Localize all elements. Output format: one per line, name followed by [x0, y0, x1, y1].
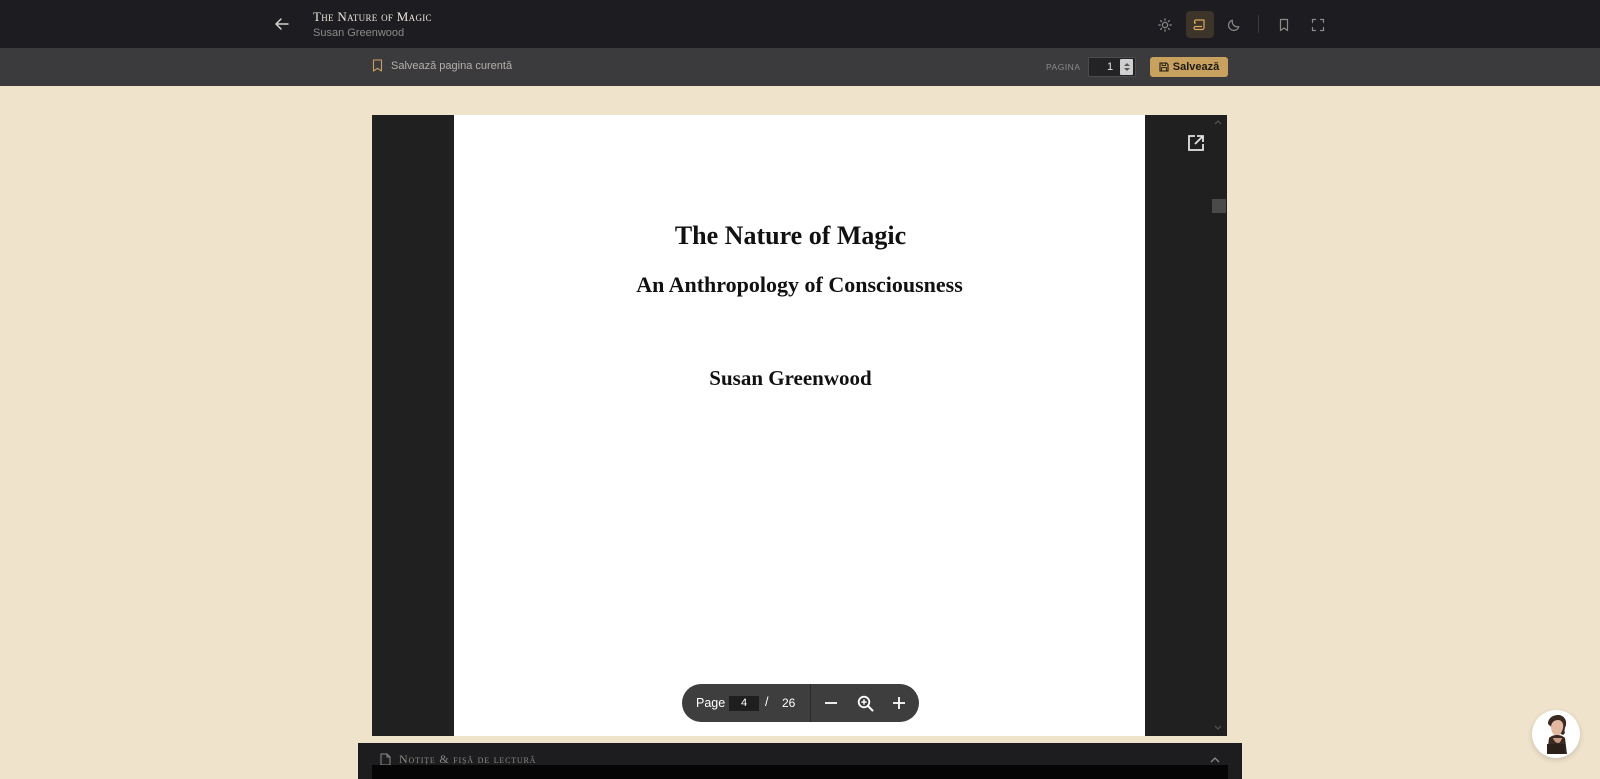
- zoom-in-button[interactable]: [889, 693, 909, 713]
- zoom-out-button[interactable]: [821, 693, 841, 713]
- pdf-page: The Nature of Magic An Anthropology of C…: [454, 115, 1145, 736]
- zoom-fit-button[interactable]: [855, 693, 875, 713]
- save-bar: Salvează pagina curentă PAGINA 1 Salveaz…: [0, 48, 1600, 86]
- pdf-page-label: Page: [696, 696, 726, 710]
- sun-icon: [1158, 17, 1172, 32]
- top-header: The Nature of Magic Susan Greenwood: [0, 0, 1600, 48]
- document-title: The Nature of Magic: [674, 221, 907, 250]
- avatar-portrait-icon: [1547, 715, 1567, 754]
- notes-panel: Notițe & fișă de lectură: [358, 743, 1242, 779]
- pdf-page-separator: /: [765, 695, 769, 709]
- floppy-disk-icon: [1159, 62, 1169, 72]
- page-number-input[interactable]: 1: [1088, 57, 1136, 77]
- minus-icon: [825, 702, 837, 704]
- light-mode-button[interactable]: [1151, 11, 1179, 38]
- page-number-value: 1: [1106, 61, 1114, 73]
- document-author: Susan Greenwood: [709, 366, 872, 390]
- bookmark-icon: [1279, 18, 1289, 31]
- bookmark-button[interactable]: [1270, 11, 1298, 38]
- fullscreen-icon: [1311, 18, 1325, 31]
- scroll-up-icon[interactable]: [1213, 118, 1223, 126]
- document-subtitle: An Anthropology of Consciousness: [636, 272, 963, 297]
- save-current-page-button[interactable]: Salvează pagina curentă: [372, 59, 512, 72]
- save-current-page-label: Salvează pagina curentă: [391, 59, 513, 72]
- dark-mode-button[interactable]: [1220, 11, 1248, 38]
- external-link-icon: [1188, 135, 1204, 151]
- assistant-avatar-button[interactable]: [1532, 710, 1580, 758]
- scrollbar-thumb[interactable]: [1212, 199, 1226, 213]
- back-button[interactable]: [271, 13, 293, 35]
- plus-icon: [893, 697, 905, 709]
- notes-content-area: [372, 765, 1228, 779]
- bookmark-icon: [372, 59, 383, 72]
- page-label: PAGINA: [1046, 62, 1081, 72]
- stepper-up-icon[interactable]: [1123, 63, 1130, 66]
- pdf-viewer[interactable]: The Nature of Magic An Anthropology of C…: [372, 115, 1227, 736]
- pdf-page-toolbar: Page 4 / 26: [682, 684, 919, 722]
- open-in-new-window-button[interactable]: [1185, 132, 1207, 154]
- book-title: The Nature of Magic: [313, 9, 432, 24]
- stepper-down-icon[interactable]: [1123, 68, 1130, 71]
- scroll-icon: [1193, 18, 1205, 30]
- fullscreen-button[interactable]: [1304, 11, 1332, 38]
- pdf-toolbar-divider: [810, 684, 811, 722]
- pdf-page-input[interactable]: 4: [729, 696, 759, 711]
- zoom-icon: [857, 695, 873, 711]
- save-button[interactable]: Salvează: [1150, 57, 1228, 77]
- sepia-mode-button[interactable]: [1186, 11, 1214, 38]
- scroll-down-icon[interactable]: [1213, 724, 1223, 732]
- back-arrow-icon: [275, 18, 289, 30]
- page-stepper[interactable]: [1120, 59, 1133, 75]
- save-button-label: Salvează: [1172, 61, 1220, 73]
- pdf-total-pages: 26: [782, 696, 796, 710]
- book-author: Susan Greenwood: [313, 27, 405, 39]
- book-info: The Nature of Magic Susan Greenwood: [313, 9, 432, 41]
- toolbar-divider: [1258, 15, 1259, 33]
- moon-icon: [1228, 19, 1240, 31]
